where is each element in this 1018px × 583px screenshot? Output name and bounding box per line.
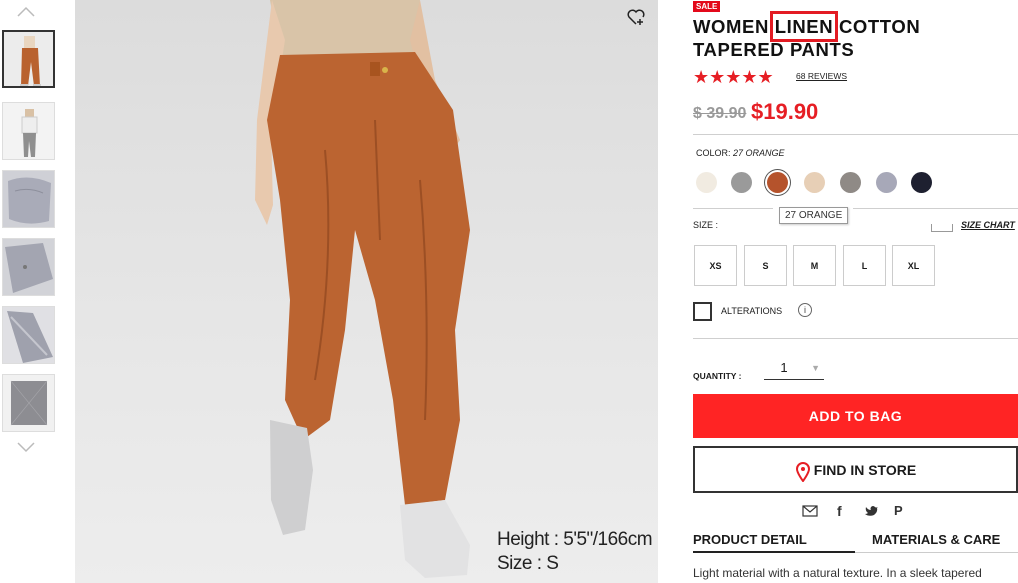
thumbnail-3[interactable]: [2, 170, 55, 228]
add-to-bag-button[interactable]: ADD TO BAG: [693, 394, 1018, 438]
reviews-link[interactable]: 68 REVIEWS: [796, 71, 847, 81]
divider: [693, 208, 773, 209]
twitter-icon[interactable]: [865, 505, 879, 520]
divider: [693, 338, 1018, 339]
email-icon[interactable]: [802, 505, 818, 520]
thumbnail-5[interactable]: [2, 306, 55, 364]
size-s-button[interactable]: S: [744, 245, 787, 286]
quantity-label: QUANTITY :: [693, 371, 742, 381]
swatch-beige[interactable]: [804, 172, 825, 193]
tab-product-detail[interactable]: PRODUCT DETAIL: [693, 532, 807, 547]
original-price: $ 39.90: [693, 105, 747, 122]
size-l-button[interactable]: L: [843, 245, 886, 286]
quantity-value: 1: [780, 360, 788, 375]
size-xl-button[interactable]: XL: [892, 245, 935, 286]
rating-stars: ★★★★★: [693, 67, 774, 87]
find-in-store-button[interactable]: FIND IN STORE: [693, 446, 1018, 493]
wishlist-heart-icon[interactable]: [626, 7, 646, 27]
caret-down-icon: ▼: [811, 363, 820, 373]
product-description: Light material with a natural texture. I…: [693, 566, 982, 580]
swatch-orange[interactable]: [767, 172, 788, 193]
info-icon[interactable]: i: [798, 303, 812, 317]
product-title: WOMEN LINEN COTTON TAPERED PANTS: [693, 11, 1011, 61]
divider: [853, 208, 1018, 209]
tab-materials-care[interactable]: MATERIALS & CARE: [872, 532, 1000, 547]
sale-price: $19.90: [751, 99, 819, 124]
swatch-navy[interactable]: [911, 172, 932, 193]
model-illustration: [255, 0, 470, 578]
divider: [693, 134, 1018, 135]
alterations-label: ALTERATIONS: [721, 306, 783, 316]
product-info-panel: SALE WOMEN LINEN COTTON TAPERED PANTS ★★…: [693, 0, 1018, 583]
tab-underline-active: [693, 551, 855, 553]
quantity-select[interactable]: 1 ▼: [764, 358, 824, 380]
swatch-gray[interactable]: [840, 172, 861, 193]
find-in-store-label: FIND IN STORE: [813, 461, 917, 478]
swatch-gray-heather[interactable]: [731, 172, 752, 193]
ruler-icon: [931, 224, 953, 232]
thumbnail-4[interactable]: [2, 238, 55, 296]
size-m-button[interactable]: M: [793, 245, 836, 286]
model-size-caption: Height : 5'5"/166cm Size : S: [497, 528, 653, 576]
thumbnail-2[interactable]: [2, 102, 55, 160]
thumbnail-6[interactable]: [2, 374, 55, 432]
thumbnail-1[interactable]: [2, 30, 55, 88]
selected-color-text: 27 ORANGE: [733, 148, 785, 158]
color-label: COLOR: 27 ORANGE: [696, 148, 785, 158]
size-xs-button[interactable]: XS: [694, 245, 737, 286]
product-main-image: Height : 5'5"/166cm Size : S: [75, 0, 658, 583]
model-height-text: Height : 5'5"/166cm: [497, 529, 653, 550]
alterations-checkbox[interactable]: [693, 302, 712, 321]
chevron-down-icon[interactable]: [16, 441, 36, 455]
thumbnail-strip: [0, 0, 60, 583]
color-label-text: COLOR:: [696, 148, 731, 158]
facebook-icon[interactable]: f: [837, 503, 842, 519]
title-highlight: LINEN: [769, 11, 839, 42]
swatch-light-blue-gray[interactable]: [876, 172, 897, 193]
swatch-cream[interactable]: [696, 172, 717, 193]
sale-badge: SALE: [693, 1, 721, 12]
title-part-1: WOMEN: [693, 16, 775, 37]
chevron-up-icon[interactable]: [16, 6, 36, 20]
size-chart-link[interactable]: SIZE CHART: [961, 220, 1015, 230]
model-size-text: Size : S: [497, 553, 559, 574]
pinterest-icon[interactable]: P: [894, 503, 903, 518]
size-label: SIZE :: [693, 220, 719, 230]
location-pin-icon: [795, 461, 810, 482]
tab-underline: [855, 552, 1018, 553]
color-tooltip: 27 ORANGE: [779, 207, 849, 224]
